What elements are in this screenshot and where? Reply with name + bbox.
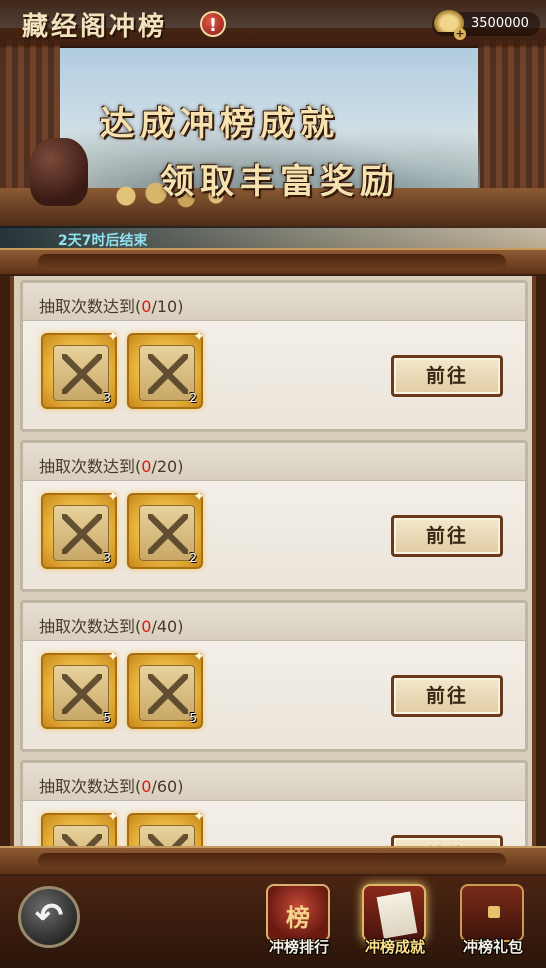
condition-text: 抽取次数达到 <box>39 457 136 476</box>
condition-text: 抽取次数达到 <box>39 617 136 636</box>
banner-window-lattice-right <box>478 40 546 200</box>
achievement-card-body: ✦ 3 ✦ 2 前往 <box>23 321 525 429</box>
go-button[interactable]: 前往 <box>391 835 503 846</box>
achievement-list[interactable]: 抽取次数达到(0/10) ✦ 3 ✦ 2 前往 抽取次数达到(0/20) ✦ 3… <box>16 278 530 846</box>
sparkle-icon: ✦ <box>193 809 205 825</box>
achievement-card-header: 抽取次数达到(0/60) <box>23 763 525 801</box>
achievement-card: 抽取次数达到(0/10) ✦ 3 ✦ 2 前往 <box>20 280 528 432</box>
sparkle-icon: ✦ <box>107 809 119 825</box>
reward-item[interactable]: ✦ 5 <box>127 649 205 729</box>
scripture-scroll-icon <box>53 345 109 401</box>
scripture-scroll-icon <box>139 825 195 846</box>
scripture-scroll-icon <box>139 345 195 401</box>
reward-item[interactable]: ✦ 2 <box>127 489 205 569</box>
sparkle-icon: ✦ <box>107 489 119 505</box>
achievement-condition: 抽取次数达到(0/40) <box>39 613 183 637</box>
plus-icon[interactable]: + <box>454 28 466 40</box>
reward-quantity: 2 <box>189 551 197 565</box>
achievement-book-icon <box>362 884 426 942</box>
achievement-card: 抽取次数达到(0/20) ✦ 3 ✦ 2 前往 <box>20 440 528 592</box>
ranking-scroll-icon <box>266 884 330 942</box>
tab-achievements[interactable]: 冲榜成就 <box>352 880 438 964</box>
tab-ranking[interactable]: 冲榜排行 <box>256 880 342 964</box>
tab-achievements-label: 冲榜成就 <box>364 938 425 956</box>
reward-quantity: 5 <box>103 711 111 725</box>
achievement-card-header: 抽取次数达到(0/40) <box>23 603 525 641</box>
scripture-scroll-icon <box>53 825 109 846</box>
achievement-card: 抽取次数达到(0/40) ✦ 5 ✦ 5 前往 <box>20 600 528 752</box>
list-top-rail <box>0 248 546 276</box>
back-button[interactable]: ↶ <box>18 886 80 948</box>
currency-value: 3500000 <box>471 16 529 31</box>
progress-target: /60) <box>151 777 184 796</box>
countdown-text: 2天7时后结束 <box>58 233 148 249</box>
sparkle-icon: ✦ <box>107 329 119 345</box>
go-button[interactable]: 前往 <box>391 355 503 397</box>
reward-item[interactable]: ✦ 2 <box>127 329 205 409</box>
condition-text: 抽取次数达到 <box>39 297 136 316</box>
achievement-condition: 抽取次数达到(0/20) <box>39 453 183 477</box>
progress-current: 0 <box>141 777 152 796</box>
scripture-scroll-icon <box>139 665 195 721</box>
sparkle-icon: ✦ <box>193 649 205 665</box>
progress-current: 0 <box>141 617 152 636</box>
banner-slogan-line2: 领取丰富奖励 <box>160 162 400 202</box>
tab-gift-pack-label: 冲榜礼包 <box>462 938 523 956</box>
exclamation-icon[interactable]: ! <box>200 11 226 37</box>
reward-quantity: 2 <box>189 391 197 405</box>
back-arrow-icon: ↶ <box>34 896 64 936</box>
gift-chest-icon <box>460 884 524 942</box>
scripture-scroll-icon <box>53 505 109 561</box>
achievement-card-header: 抽取次数达到(0/20) <box>23 443 525 481</box>
reward-item[interactable]: ✦ 3 <box>41 329 119 409</box>
reward-quantity: 3 <box>103 551 111 565</box>
tab-ranking-label: 冲榜排行 <box>268 938 329 956</box>
wine-jar-icon <box>30 138 88 206</box>
reward-quantity: 5 <box>189 711 197 725</box>
sparkle-icon: ✦ <box>107 649 119 665</box>
progress-current: 0 <box>141 457 152 476</box>
progress-target: /40) <box>151 617 184 636</box>
scripture-scroll-icon <box>53 665 109 721</box>
tab-gift-pack[interactable]: 冲榜礼包 <box>450 880 536 964</box>
progress-current: 0 <box>141 297 152 316</box>
progress-target: /20) <box>151 457 184 476</box>
reward-quantity: 3 <box>103 391 111 405</box>
reward-item[interactable]: ✦ <box>127 809 205 846</box>
banner-slogan-line1: 达成冲榜成就 <box>100 104 340 144</box>
go-button[interactable]: 前往 <box>391 675 503 717</box>
achievement-card-body: ✦ 5 ✦ 5 前往 <box>23 641 525 749</box>
scripture-scroll-icon <box>139 505 195 561</box>
progress-target: /10) <box>151 297 184 316</box>
sparkle-icon: ✦ <box>193 489 205 505</box>
achievement-condition: 抽取次数达到(0/10) <box>39 293 183 317</box>
reward-item[interactable]: ✦ 3 <box>41 489 119 569</box>
sparkle-icon: ✦ <box>193 329 205 345</box>
list-bottom-rail <box>0 846 546 876</box>
reward-item[interactable]: ✦ 5 <box>41 649 119 729</box>
reward-item[interactable]: ✦ <box>41 809 119 846</box>
achievement-card-header: 抽取次数达到(0/10) <box>23 283 525 321</box>
achievement-card-body: ✦ 3 ✦ 2 前往 <box>23 481 525 589</box>
achievement-card: 抽取次数达到(0/60) ✦ ✦ 前往 <box>20 760 528 846</box>
achievement-card-body: ✦ ✦ 前往 <box>23 801 525 846</box>
page-title: 藏经阁冲榜 <box>22 12 168 42</box>
condition-text: 抽取次数达到 <box>39 777 136 796</box>
go-button[interactable]: 前往 <box>391 515 503 557</box>
achievement-condition: 抽取次数达到(0/60) <box>39 773 183 797</box>
